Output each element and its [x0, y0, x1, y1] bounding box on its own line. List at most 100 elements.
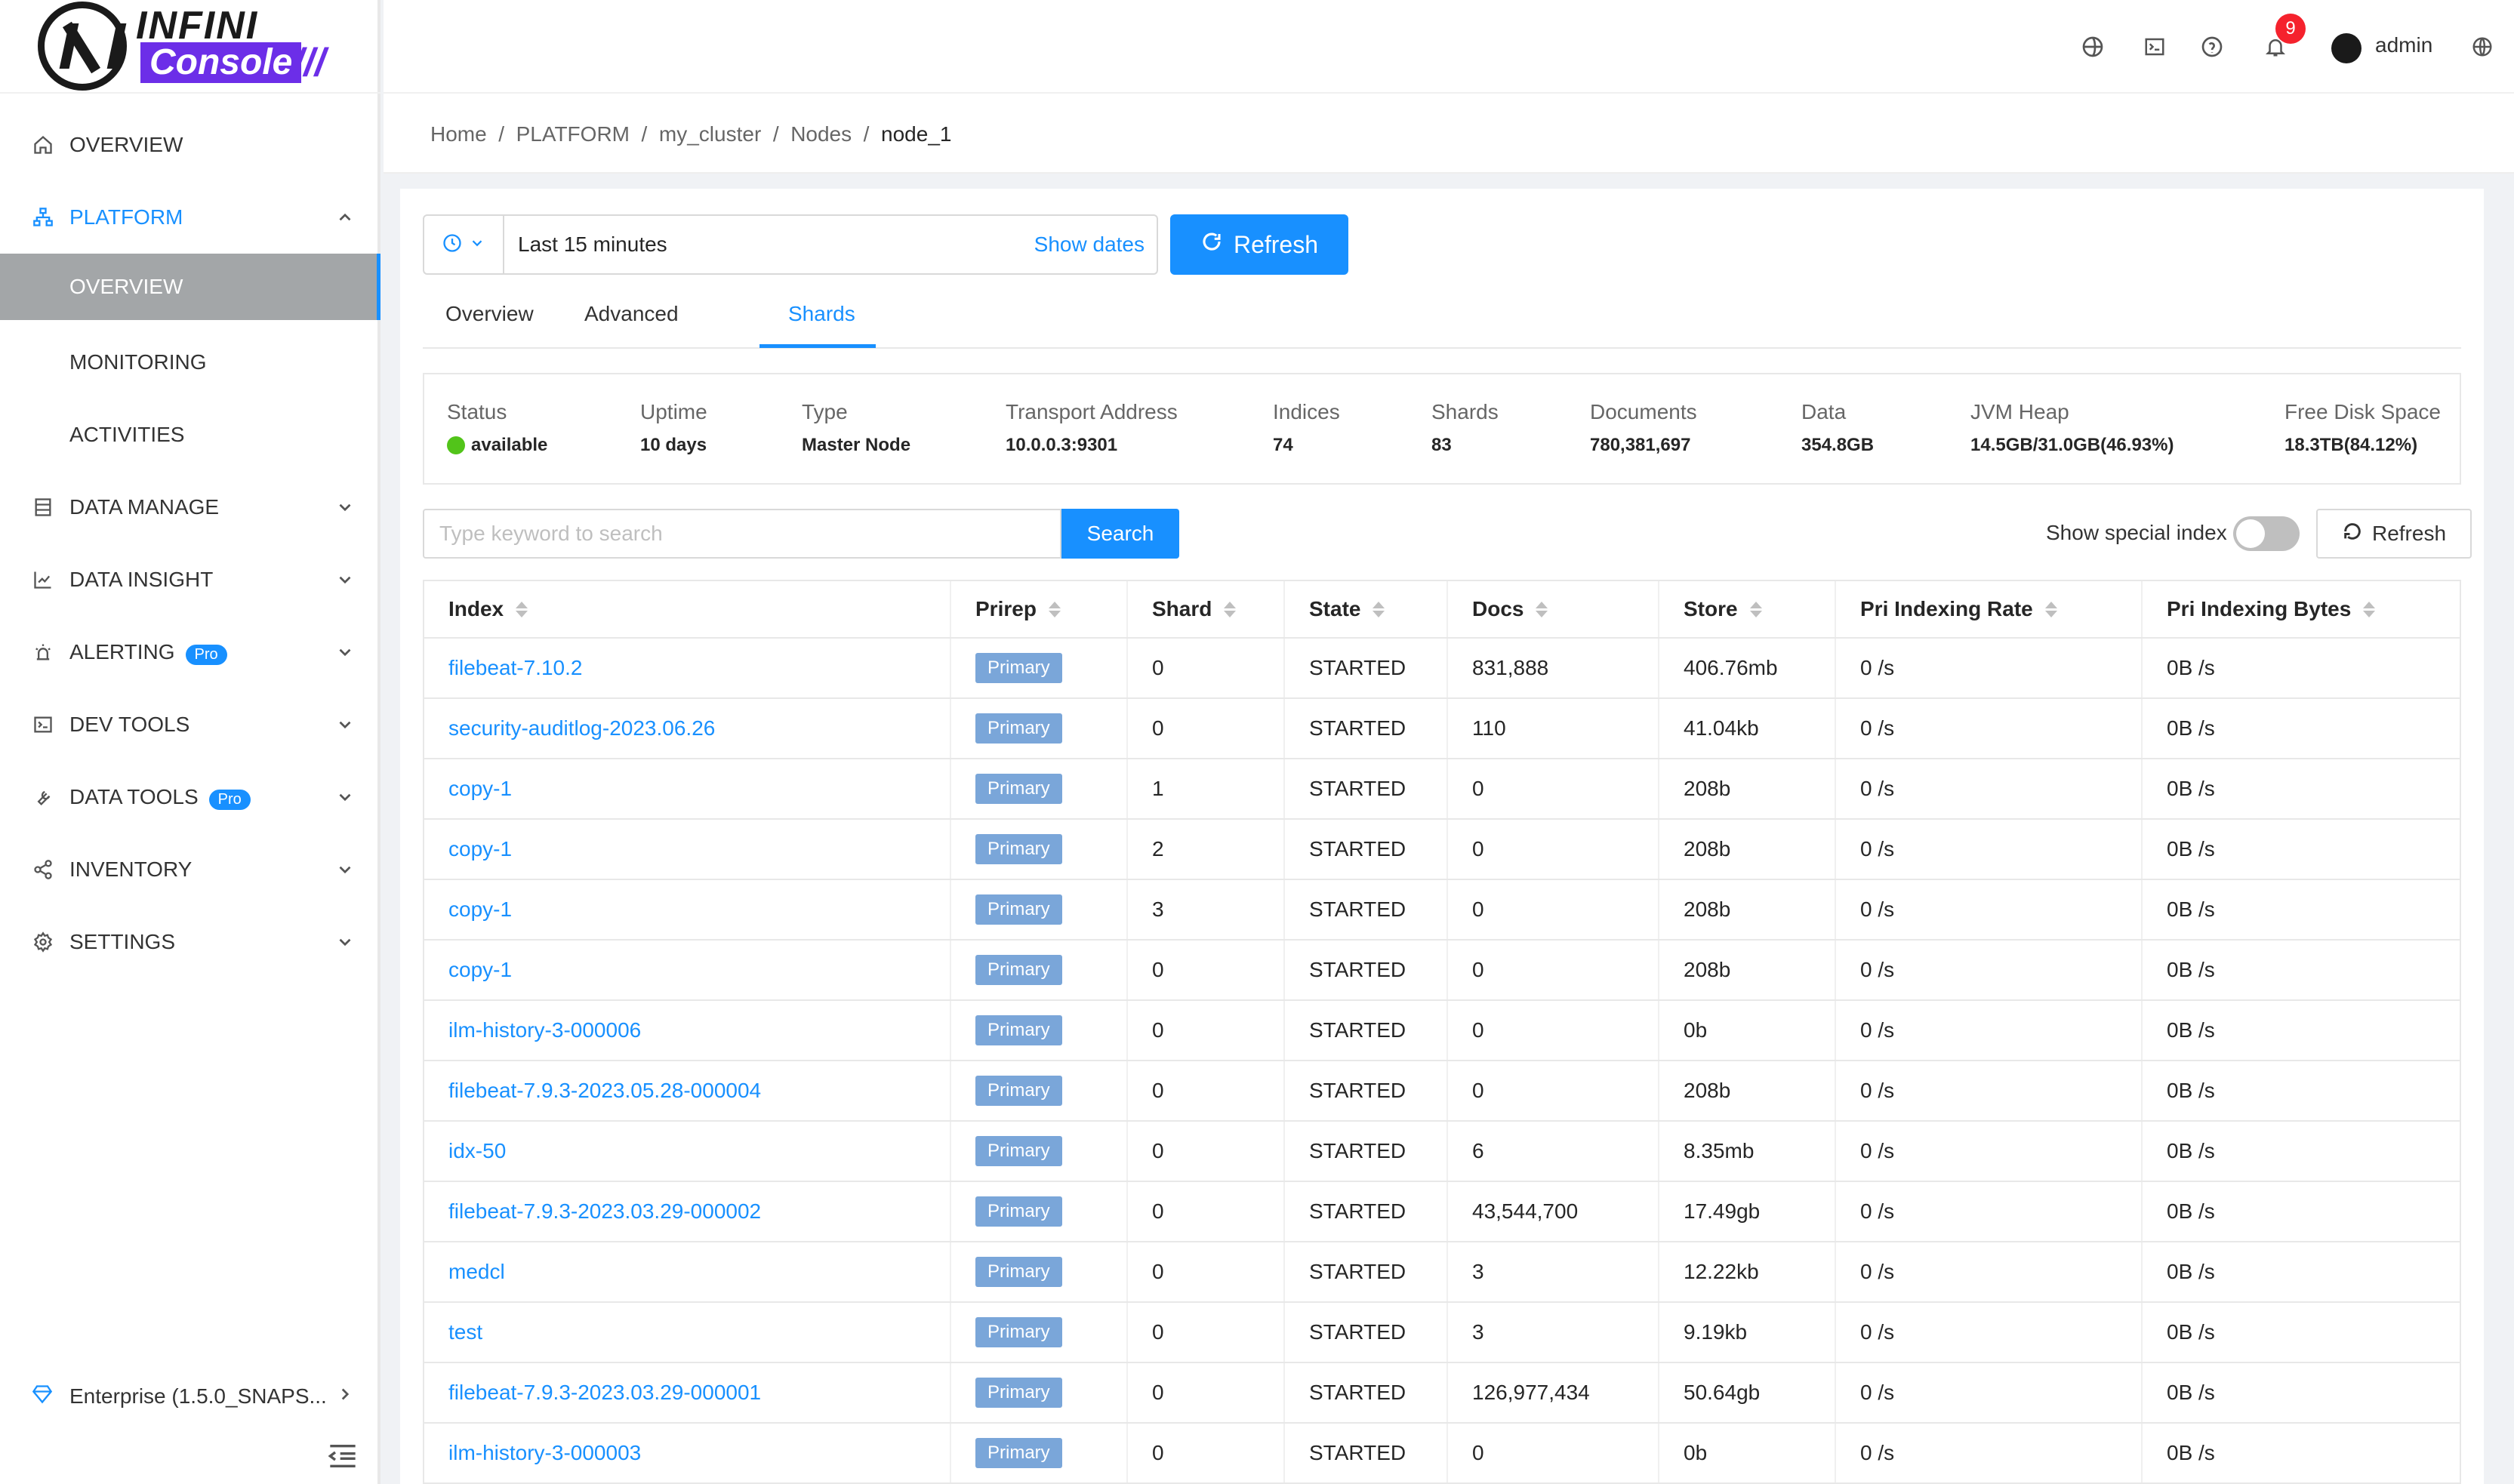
cell-shard: 0 — [1126, 941, 1283, 999]
sidebar-item-alerting[interactable]: ALERTING Pro — [0, 616, 380, 688]
show-dates-link[interactable]: Show dates — [1034, 232, 1145, 257]
sort-icon[interactable] — [1224, 601, 1237, 617]
cell-index[interactable]: ilm-history-3-000003 — [424, 1424, 950, 1482]
column-header-prirep[interactable]: Prirep — [950, 581, 1126, 637]
tab-overview[interactable]: Overview — [445, 302, 534, 326]
breadcrumb-nodes[interactable]: Nodes — [790, 122, 852, 146]
index-link[interactable]: ilm-history-3-000003 — [448, 1441, 641, 1465]
logo-text-bottom: Console — [140, 42, 302, 83]
sidebar-item-platform[interactable]: PLATFORM — [0, 181, 380, 254]
cell-shard: 0 — [1126, 1424, 1283, 1482]
cell-index[interactable]: filebeat-7.9.3-2023.03.29-000002 — [424, 1182, 950, 1241]
column-header-pri-indexing-rate[interactable]: Pri Indexing Rate — [1835, 581, 2141, 637]
cell-index[interactable]: filebeat-7.9.3-2023.03.29-000001 — [424, 1363, 950, 1422]
sort-icon[interactable] — [1536, 601, 1548, 617]
prirep-tag: Primary — [975, 955, 1062, 985]
sidebar-item-data-tools[interactable]: DATA TOOLS Pro — [0, 761, 380, 833]
cell-index[interactable]: copy-1 — [424, 941, 950, 999]
column-header-docs[interactable]: Docs — [1446, 581, 1658, 637]
table-refresh-button[interactable]: Refresh — [2316, 509, 2472, 559]
sidebar-item-data-manage[interactable]: DATA MANAGE — [0, 471, 380, 543]
help-icon[interactable] — [2198, 33, 2226, 60]
column-header-pri-indexing-bytes[interactable]: Pri Indexing Bytes — [2141, 581, 2460, 637]
user-name[interactable]: admin — [2375, 33, 2432, 57]
cell-state: STARTED — [1283, 1303, 1446, 1362]
sidebar-item-label: ACTIVITIES — [69, 423, 185, 446]
tab-advanced[interactable]: Advanced — [584, 302, 679, 326]
sidebar-item-settings[interactable]: SETTINGS — [0, 906, 380, 978]
column-header-store[interactable]: Store — [1658, 581, 1835, 637]
cell-index[interactable]: filebeat-7.10.2 — [424, 639, 950, 697]
sidebar-subitem-monitoring[interactable]: MONITORING — [0, 326, 380, 399]
node-summary: Status available Uptime 10 days Type Master… — [423, 373, 2461, 485]
cell-index[interactable]: ilm-history-3-000006 — [424, 1001, 950, 1060]
index-link[interactable]: copy-1 — [448, 958, 512, 982]
breadcrumb-platform[interactable]: PLATFORM — [516, 122, 630, 146]
pro-badge: Pro — [208, 789, 251, 810]
sidebar-item-inventory[interactable]: INVENTORY — [0, 833, 380, 906]
column-header-shard[interactable]: Shard — [1126, 581, 1283, 637]
cell-pri-indexing-rate: 0 /s — [1835, 941, 2141, 999]
show-special-index-toggle[interactable] — [2233, 516, 2300, 551]
collapse-sidebar-icon[interactable] — [328, 1443, 358, 1469]
breadcrumb-separator: / — [486, 122, 516, 146]
sidebar-item-dev-tools[interactable]: DEV TOOLS — [0, 688, 380, 761]
sort-icon[interactable] — [2044, 601, 2057, 617]
index-link[interactable]: filebeat-7.10.2 — [448, 656, 582, 680]
cell-index[interactable]: filebeat-7.9.3-2023.05.28-000004 — [424, 1061, 950, 1120]
index-link[interactable]: medcl — [448, 1260, 505, 1284]
sidebar-subitem-overview[interactable]: OVERVIEW — [0, 254, 380, 320]
sidebar-item-overview[interactable]: OVERVIEW — [0, 109, 380, 181]
sort-icon[interactable] — [1048, 601, 1061, 617]
cell-index[interactable]: copy-1 — [424, 759, 950, 818]
cell-prirep: Primary — [950, 880, 1126, 939]
search-button[interactable]: Search — [1061, 509, 1179, 559]
index-link[interactable]: filebeat-7.9.3-2023.05.28-000004 — [448, 1079, 761, 1103]
index-link[interactable]: filebeat-7.9.3-2023.03.29-000001 — [448, 1381, 761, 1405]
cell-prirep: Primary — [950, 1242, 1126, 1301]
globe-network-icon[interactable] — [2079, 33, 2106, 60]
cell-index[interactable]: idx-50 — [424, 1122, 950, 1181]
sort-icon[interactable] — [1749, 601, 1762, 617]
enterprise-version[interactable]: Enterprise (1.5.0_SNAPS... — [0, 1366, 380, 1427]
index-link[interactable]: ilm-history-3-000006 — [448, 1018, 641, 1042]
sort-icon[interactable] — [1373, 601, 1385, 617]
search-input[interactable]: Type keyword to search — [423, 509, 1061, 559]
index-link[interactable]: security-auditlog-2023.06.26 — [448, 716, 715, 740]
tab-shards[interactable]: Shards — [788, 302, 855, 326]
index-link[interactable]: test — [448, 1320, 482, 1344]
index-link[interactable]: copy-1 — [448, 837, 512, 861]
sidebar-subitem-activities[interactable]: ACTIVITIES — [0, 399, 380, 471]
cell-store: 208b — [1658, 941, 1835, 999]
cell-index[interactable]: medcl — [424, 1242, 950, 1301]
avatar[interactable] — [2331, 33, 2361, 63]
cell-index[interactable]: copy-1 — [424, 880, 950, 939]
prirep-tag: Primary — [975, 894, 1062, 925]
cell-pri-indexing-bytes: 0B /s — [2141, 1363, 2460, 1422]
index-link[interactable]: filebeat-7.9.3-2023.03.29-000002 — [448, 1199, 761, 1224]
cell-index[interactable]: copy-1 — [424, 820, 950, 879]
index-link[interactable]: copy-1 — [448, 777, 512, 801]
pro-badge: Pro — [185, 644, 227, 665]
cell-index[interactable]: security-auditlog-2023.06.26 — [424, 699, 950, 758]
index-link[interactable]: idx-50 — [448, 1139, 506, 1163]
cell-prirep: Primary — [950, 1303, 1126, 1362]
refresh-button[interactable]: Refresh — [1170, 214, 1348, 275]
breadcrumb-home[interactable]: Home — [430, 122, 487, 146]
cell-index[interactable]: test — [424, 1303, 950, 1362]
sort-icon[interactable] — [2363, 601, 2376, 617]
terminal-icon[interactable] — [2141, 33, 2168, 60]
language-globe-icon[interactable] — [2469, 33, 2496, 60]
cell-state: STARTED — [1283, 880, 1446, 939]
sidebar-item-data-insight[interactable]: DATA INSIGHT — [0, 543, 380, 616]
breadcrumb-cluster[interactable]: my_cluster — [659, 122, 761, 146]
index-link[interactable]: copy-1 — [448, 897, 512, 922]
time-range-picker[interactable]: Last 15 minutes Show dates — [423, 214, 1158, 275]
logo[interactable]: INFINI Console /// — [0, 0, 380, 94]
sort-icon[interactable] — [516, 601, 528, 617]
sitemap-icon — [32, 206, 54, 229]
time-range-label[interactable]: Last 15 minutes — [518, 232, 667, 257]
column-header-state[interactable]: State — [1283, 581, 1446, 637]
column-header-index[interactable]: Index — [424, 581, 950, 637]
time-quick-select[interactable] — [424, 216, 504, 273]
